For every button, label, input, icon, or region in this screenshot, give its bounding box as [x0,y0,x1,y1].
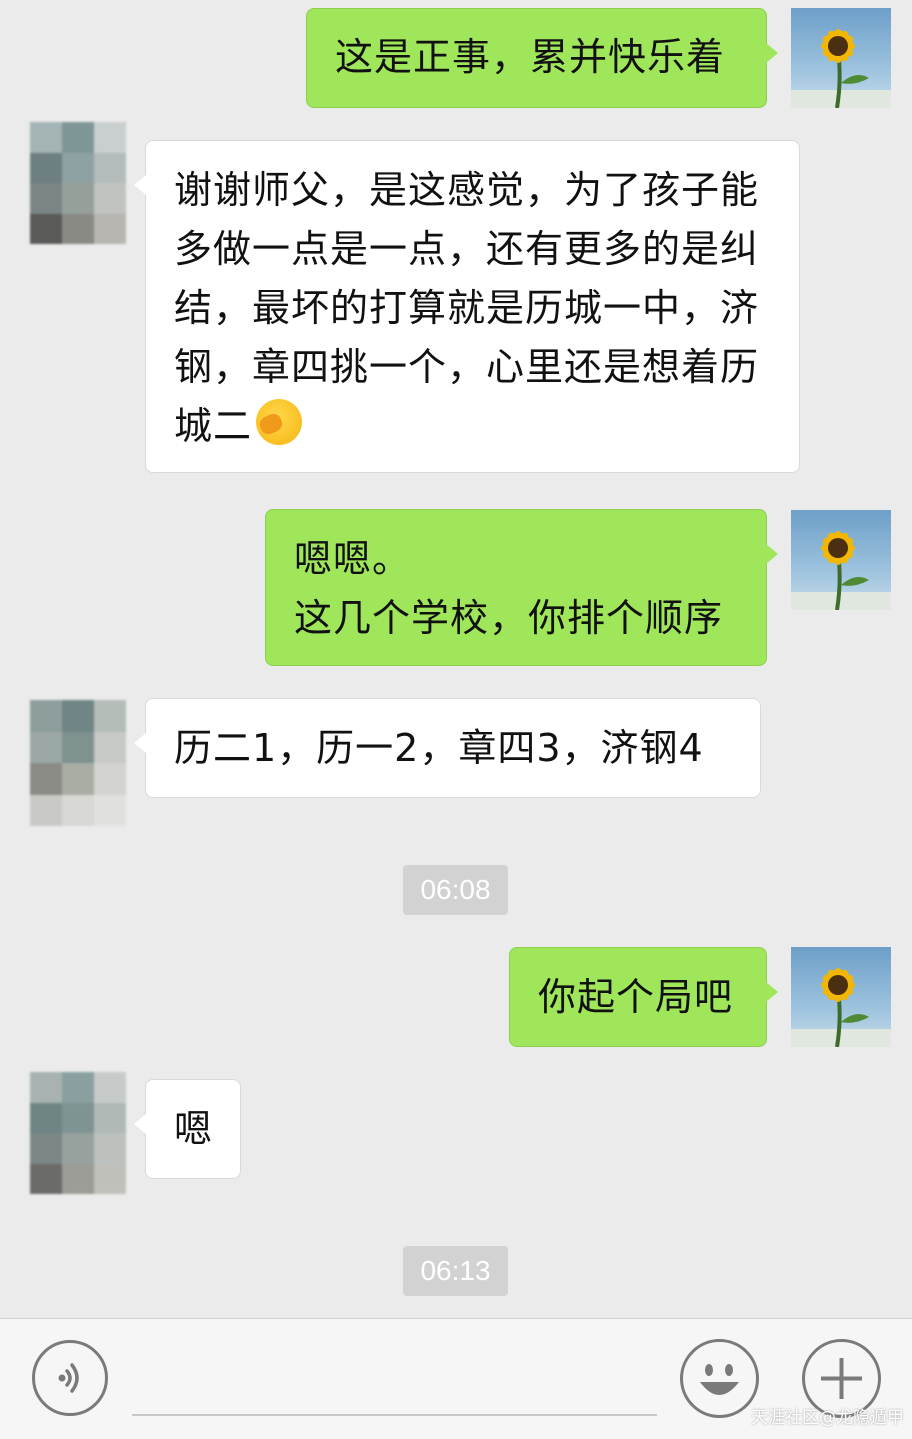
message-bubble-self[interactable]: 你起个局吧 [509,947,778,1047]
message-line: 嗯嗯。 [294,537,412,581]
contact-avatar[interactable] [30,700,126,826]
emoji-button[interactable] [680,1339,759,1418]
message-text: 历二1，历一2，章四3，济钢4 [174,726,704,770]
message-line: 多做一点是一点，还有更多的是纠 [174,227,760,271]
contact-avatar[interactable] [30,1072,126,1194]
message-bubble-other[interactable]: 嗯 [134,1079,241,1179]
message-bubble-other[interactable]: 谢谢师父，是这感觉，为了孩子能 多做一点是一点，还有更多的是纠 结，最坏的打算就… [134,140,800,473]
message-line: 谢谢师父，是这感觉，为了孩子能 [174,168,760,212]
message-bubble-other[interactable]: 历二1，历一2，章四3，济钢4 [134,698,761,798]
self-avatar[interactable] [791,947,891,1047]
message-bubble-self[interactable]: 嗯嗯。 这几个学校，你排个顺序 [265,509,778,666]
chat-area: 这是正事，累并快乐着 谢谢师父，是这感觉，为了孩子能 多做一点是一点，还有更多的… [0,0,912,1318]
message-line: 城二 [174,404,253,448]
message-line: 结，最坏的打算就是历城一中，济 [174,286,760,330]
message-text: 你起个局吧 [538,975,734,1019]
message-input[interactable] [132,1414,657,1416]
voice-icon [58,1363,79,1393]
message-text: 嗯 [174,1107,214,1151]
message-line: 钢，章四挑一个，心里还是想着历 [174,345,760,389]
sunflower-image [791,531,891,610]
timestamp: 06:08 [403,865,508,915]
facepalm-emoji-icon [256,399,303,445]
message-bubble-self[interactable]: 这是正事，累并快乐着 [306,8,778,108]
self-avatar[interactable] [791,8,891,108]
sunflower-image [791,968,891,1047]
voice-button[interactable] [32,1340,108,1416]
sunflower-image [791,29,891,108]
message-line: 这几个学校，你排个顺序 [294,596,724,640]
timestamp: 06:13 [403,1246,508,1296]
message-text: 这是正事，累并快乐着 [335,35,726,79]
smiley-icon [700,1364,739,1395]
self-avatar[interactable] [791,510,891,610]
contact-avatar[interactable] [30,122,126,244]
watermark: 天涯社区@龙隐遁甲 [751,1408,904,1428]
